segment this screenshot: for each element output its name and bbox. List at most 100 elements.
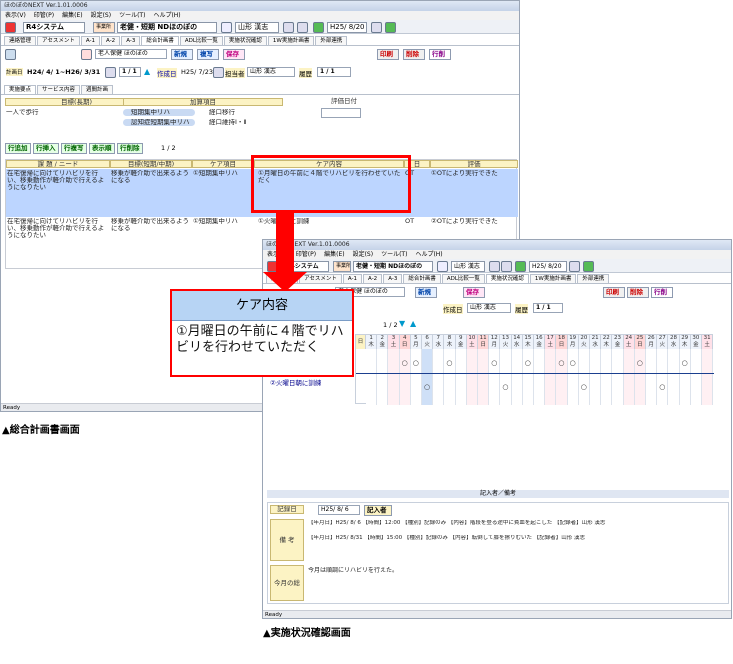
- staff-field-2[interactable]: 山形 漢志: [467, 303, 511, 313]
- menu-edit[interactable]: 編集(E): [62, 12, 82, 19]
- grid-col-9[interactable]: [455, 349, 467, 405]
- date-icon-2[interactable]: [515, 261, 526, 272]
- prev-user-icon-2[interactable]: [489, 261, 500, 272]
- plan-calendar-icon[interactable]: [105, 67, 116, 78]
- tab2-external[interactable]: 外部連携: [577, 274, 610, 283]
- subtab-points[interactable]: 実施要点: [4, 85, 37, 94]
- next-user-icon-2[interactable]: [501, 261, 512, 272]
- row-delete-button-2[interactable]: 行削: [651, 287, 673, 298]
- home-icon[interactable]: [5, 22, 16, 33]
- save-button-2[interactable]: 保存: [463, 287, 485, 298]
- created-calendar-icon[interactable]: [213, 67, 224, 78]
- subtab-weekly[interactable]: 週間計画: [81, 85, 114, 94]
- date-field-2[interactable]: H25/ 8/20: [529, 261, 567, 272]
- grid-col-19[interactable]: [567, 349, 579, 405]
- menu-view[interactable]: 表示(V): [5, 12, 26, 19]
- grid-col-15[interactable]: [522, 349, 534, 405]
- grid-mark[interactable]: ○: [682, 359, 688, 367]
- tab-1w[interactable]: 1W実施計画書: [267, 36, 315, 45]
- grid-col-25[interactable]: [634, 349, 646, 405]
- writer-button[interactable]: 記入者: [364, 505, 392, 516]
- menu2-help[interactable]: ヘルプ(H): [415, 251, 442, 258]
- grid-col-3[interactable]: [388, 349, 400, 405]
- grid-col-2[interactable]: [377, 349, 389, 405]
- user-icon-2[interactable]: [437, 261, 448, 272]
- remove-row-button[interactable]: 行削除: [117, 143, 143, 154]
- copy-row-button[interactable]: 行複写: [61, 143, 87, 154]
- grid-col-4[interactable]: [399, 349, 411, 405]
- grid-col-17[interactable]: [545, 349, 557, 405]
- grid-col-21[interactable]: [590, 349, 602, 405]
- office-selector-2[interactable]: 老健・短期 NDほのぼの: [353, 261, 433, 272]
- grid-col-18[interactable]: [556, 349, 568, 405]
- record-date[interactable]: H25/ 8/ 6: [318, 505, 360, 515]
- grid-mark[interactable]: ○: [402, 359, 408, 367]
- down-icon[interactable]: ▼: [399, 319, 405, 328]
- grid-col-7[interactable]: [433, 349, 445, 405]
- copy-button[interactable]: 複写: [197, 49, 219, 60]
- system-selector[interactable]: R4システム: [23, 22, 85, 33]
- grid-col-31[interactable]: [702, 349, 714, 405]
- refresh-icon-2[interactable]: [583, 261, 594, 272]
- add-option-2[interactable]: 認知症短期集中リハ: [123, 119, 195, 126]
- next-user-icon[interactable]: [297, 22, 308, 33]
- monthly-text[interactable]: 今月は順調にリハビリを行えた。: [308, 567, 724, 574]
- row2-day[interactable]: OT: [405, 218, 429, 225]
- grid-mark[interactable]: ○: [581, 383, 587, 391]
- menu2-tools[interactable]: ツール(T): [381, 251, 407, 258]
- row-delete-button[interactable]: 行削: [429, 49, 451, 60]
- subtab-service[interactable]: サービス内容: [37, 85, 81, 94]
- user-field[interactable]: 山形 漢志: [235, 22, 279, 33]
- grid-col-29[interactable]: [679, 349, 691, 405]
- menu2-edit[interactable]: 編集(E): [324, 251, 344, 258]
- tab-a2[interactable]: A-2: [101, 36, 121, 45]
- office-selector[interactable]: 老健・短期 NDほのぼの: [117, 22, 217, 33]
- tab-total-plan[interactable]: 総合計画書: [141, 36, 179, 45]
- grid-col-27[interactable]: [657, 349, 669, 405]
- grid-col-23[interactable]: [612, 349, 624, 405]
- grid-col-8[interactable]: [444, 349, 456, 405]
- tab2-1w[interactable]: 1W実施計画書: [529, 274, 577, 283]
- user-field-2[interactable]: 山形 漢志: [451, 261, 485, 272]
- up-icon-2[interactable]: ▲: [410, 319, 416, 328]
- tab2-status[interactable]: 実施状況確認: [485, 274, 529, 283]
- grid-mark[interactable]: ○: [502, 383, 508, 391]
- menu2-print[interactable]: 印管(P): [296, 251, 316, 258]
- date-field[interactable]: H25/ 8/20: [327, 22, 367, 33]
- tab-adl[interactable]: ADL比較一覧: [179, 36, 223, 45]
- tab2-a1[interactable]: A-1: [342, 274, 363, 283]
- tab-assessment[interactable]: アセスメント: [37, 36, 80, 45]
- up-icon[interactable]: ▲: [144, 67, 150, 76]
- grid-mark[interactable]: ○: [558, 359, 564, 367]
- tab-external[interactable]: 外部連携: [315, 36, 348, 45]
- grid-col-30[interactable]: [690, 349, 702, 405]
- grid-col-20[interactable]: [578, 349, 590, 405]
- tab-a1[interactable]: A-1: [80, 36, 101, 45]
- grid-mark[interactable]: ○: [570, 359, 576, 367]
- tab-status[interactable]: 実施状況確認: [223, 36, 267, 45]
- print-button-2[interactable]: 印刷: [603, 287, 625, 298]
- delete-button-2[interactable]: 削除: [627, 287, 649, 298]
- refresh-icon[interactable]: [385, 22, 396, 33]
- check-oral-2[interactable]: 経口維持Ⅰ・Ⅱ: [201, 119, 271, 126]
- print-button[interactable]: 印刷: [377, 49, 399, 60]
- check-oral-1[interactable]: 経口移行: [201, 109, 271, 116]
- grid-col-10[interactable]: [466, 349, 478, 405]
- tab-a3[interactable]: A-3: [121, 36, 141, 45]
- new-button[interactable]: 新規: [171, 49, 193, 60]
- grid-col-22[interactable]: [601, 349, 613, 405]
- save-button[interactable]: 保存: [223, 49, 245, 60]
- row2-item[interactable]: ①短期集中リハ: [193, 218, 253, 248]
- grid-mark[interactable]: ○: [659, 383, 665, 391]
- user-type-field[interactable]: 老人保健 ほのぼの: [95, 49, 167, 59]
- grid-col-11[interactable]: [478, 349, 490, 405]
- grid-col-16[interactable]: [534, 349, 546, 405]
- new-button-2[interactable]: 新規: [415, 287, 437, 298]
- grid-mark[interactable]: ○: [413, 359, 419, 367]
- grid-col-6[interactable]: [422, 349, 434, 405]
- eval-date-field[interactable]: [321, 108, 361, 118]
- add-row-button[interactable]: 行追加: [5, 143, 31, 154]
- add-option-1[interactable]: 短期集中リハ: [123, 109, 195, 116]
- grid-col-28[interactable]: [668, 349, 680, 405]
- calendar-icon[interactable]: [371, 22, 382, 33]
